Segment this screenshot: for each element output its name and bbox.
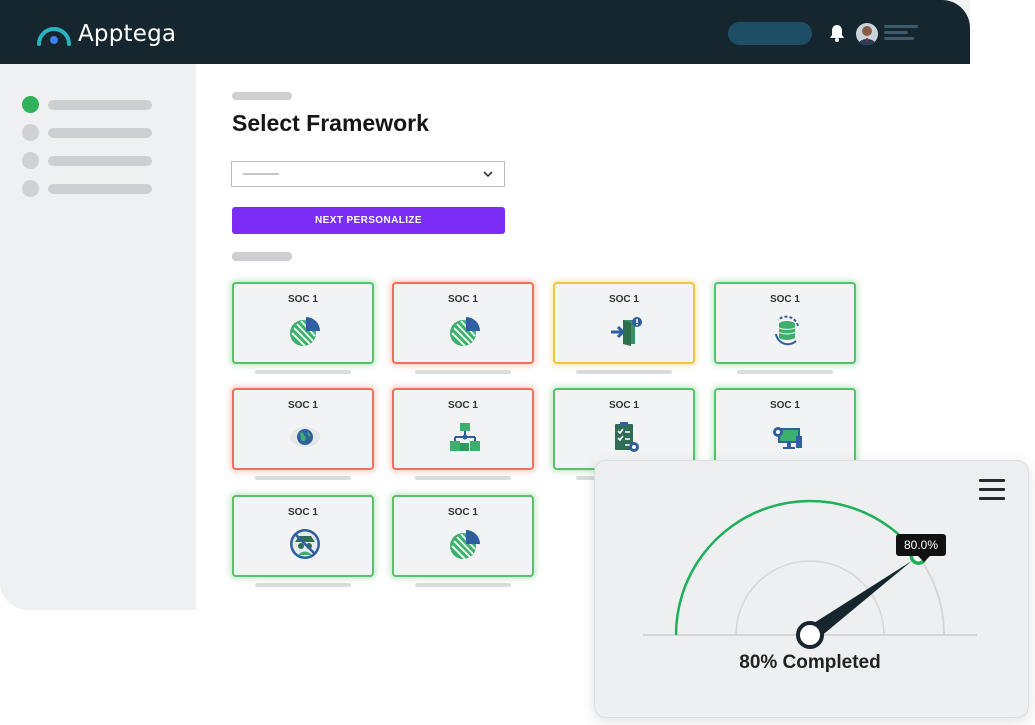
framework-card[interactable]: SOC 1 [714, 282, 856, 364]
clipboard-check-icon [609, 420, 643, 454]
gauge-track-arc [675, 500, 945, 636]
brand-logo[interactable]: Apptega [36, 20, 176, 48]
select-placeholder-line [243, 173, 279, 175]
page-title: Select Framework [232, 110, 429, 136]
sidebar-item-1[interactable] [22, 96, 152, 113]
chevron-down-icon [483, 171, 493, 178]
search-pill[interactable] [728, 22, 812, 45]
sidebar-placeholder-bar [48, 99, 152, 110]
framework-card[interactable]: SOC 1 [392, 282, 534, 364]
gauge-label: 80% Completed [739, 652, 881, 673]
sidebar-item-4[interactable] [22, 180, 152, 197]
database-sync-icon [770, 314, 804, 348]
card-label: SOC 1 [287, 507, 318, 518]
card-label: SOC 1 [769, 400, 800, 411]
pie-chart-icon [448, 527, 482, 561]
framework-card[interactable]: SOC 1 [714, 388, 856, 470]
framework-card[interactable]: SOC 1 [392, 495, 534, 577]
breadcrumb-placeholder [232, 92, 292, 100]
top-bar: Apptega [0, 0, 970, 64]
card-label: SOC 1 [447, 400, 478, 411]
card-caption-placeholder [255, 370, 351, 374]
sidebar-item-3[interactable] [22, 152, 152, 169]
card-label: SOC 1 [447, 507, 478, 518]
step-dot-active [22, 96, 39, 113]
pie-chart-icon [448, 314, 482, 348]
sidebar-item-2[interactable] [22, 124, 152, 141]
step-dot [22, 124, 39, 141]
card-caption-placeholder [415, 370, 511, 374]
card-caption-placeholder [415, 583, 511, 587]
sidebar-placeholder-bar [48, 155, 152, 166]
next-personalize-button[interactable]: NEXT PERSONALIZE [232, 207, 505, 234]
brand-name: Apptega [78, 21, 177, 47]
framework-card[interactable]: SOC 1 [232, 495, 374, 577]
card-caption-placeholder [576, 370, 672, 374]
bell-icon[interactable] [829, 24, 845, 42]
network-boxes-icon [448, 420, 482, 454]
sidebar-placeholder-bar [48, 127, 152, 138]
menu-icon[interactable] [884, 25, 918, 41]
avatar[interactable] [856, 23, 878, 45]
user-photo-icon [856, 23, 878, 45]
card-caption-placeholder [737, 370, 833, 374]
sidebar [0, 64, 196, 610]
step-dot [22, 180, 39, 197]
sidebar-placeholder-bar [48, 183, 152, 194]
card-label: SOC 1 [608, 400, 639, 411]
card-caption-placeholder [415, 476, 511, 480]
step-dot [22, 152, 39, 169]
spy-icon [288, 527, 322, 561]
gauge-pivot [796, 621, 824, 649]
section-placeholder [232, 252, 292, 261]
framework-select[interactable] [231, 161, 505, 187]
card-label: SOC 1 [287, 294, 318, 305]
gauge-tooltip: 80.0% [896, 534, 947, 562]
framework-card[interactable]: SOC 1 [232, 282, 374, 364]
card-label: SOC 1 [287, 400, 318, 411]
completion-gauge-card: 80.0% 80% Completed [594, 460, 1029, 718]
card-caption-placeholder [255, 583, 351, 587]
gauge-chart [643, 499, 977, 649]
card-label: SOC 1 [608, 294, 639, 305]
door-enter-icon [609, 314, 643, 348]
card-label: SOC 1 [769, 294, 800, 305]
framework-card[interactable]: SOC 1 [232, 388, 374, 470]
card-label: SOC 1 [447, 294, 478, 305]
pie-chart-icon [288, 314, 322, 348]
monitor-gear-icon [770, 420, 804, 454]
apptega-logo-icon [37, 27, 71, 46]
framework-card[interactable]: SOC 1 [553, 282, 695, 364]
card-caption-placeholder [255, 476, 351, 480]
framework-card[interactable]: SOC 1 [392, 388, 534, 470]
framework-card[interactable]: SOC 1 [553, 388, 695, 470]
globe-eye-icon [288, 420, 322, 454]
